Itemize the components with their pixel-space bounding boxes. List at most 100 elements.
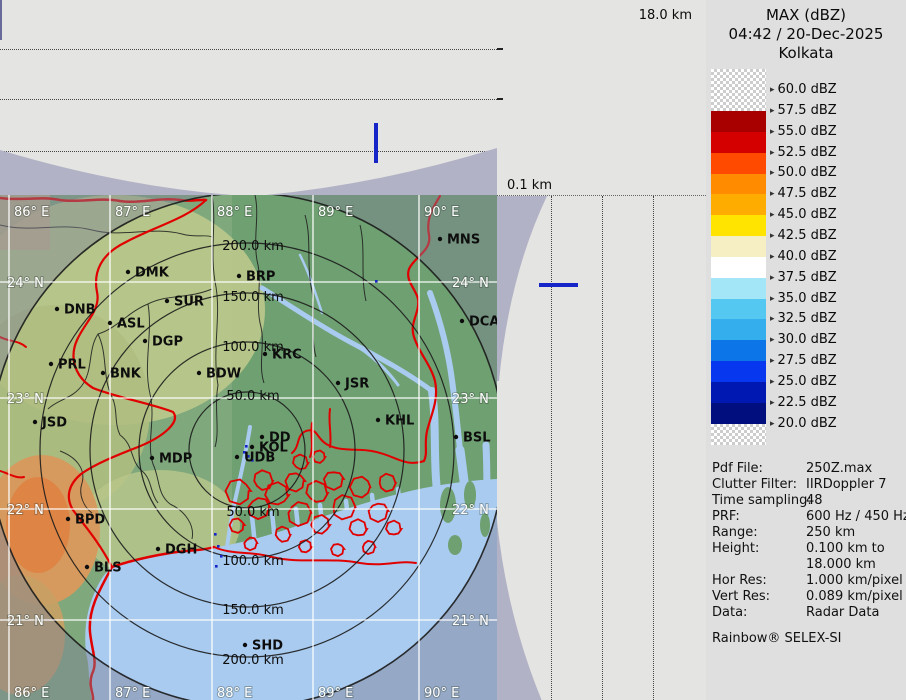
metadata-row: Data:Radar Data (712, 605, 904, 621)
legend-tick-label: ▸50.0 dBZ (770, 165, 837, 181)
axis-tick (497, 48, 503, 50)
legend-band (711, 403, 766, 424)
echo-column-mark (374, 123, 378, 163)
legend-band (711, 278, 766, 299)
metadata-row: Pdf File:250Z.max (712, 461, 904, 477)
svg-text:KRC: KRC (272, 348, 302, 363)
product-name: MAX (dBZ) (706, 6, 906, 25)
svg-text:BLS: BLS (94, 561, 122, 576)
svg-text:22° N: 22° N (452, 503, 489, 518)
legend-tick-label: ▸45.0 dBZ (770, 207, 837, 223)
metadata-label: Range: (712, 525, 806, 541)
svg-text:89° E: 89° E (318, 205, 353, 220)
legend-tick-label: ▸27.5 dBZ (770, 353, 837, 369)
svg-text:JSR: JSR (344, 377, 369, 392)
metadata-value: Radar Data (806, 605, 904, 621)
svg-text:SHD: SHD (252, 639, 283, 654)
legend-band (711, 361, 766, 382)
height-axis-max-label: 18.0 km (639, 8, 692, 23)
svg-text:UDB: UDB (244, 451, 275, 466)
radar-map[interactable]: 86° E86° E87° E87° E88° E88° E89° E89° E… (0, 195, 497, 700)
legend-band (711, 132, 766, 153)
metadata-value: 250 km (806, 525, 904, 541)
svg-text:DGP: DGP (152, 335, 183, 350)
legend-panel: MAX (dBZ) 04:42 / 20-Dec-2025 Kolkata ▸6… (706, 0, 906, 700)
svg-text:23° N: 23° N (7, 392, 44, 407)
metadata-label: Data: (712, 605, 806, 621)
legend-tick-label: ▸30.0 dBZ (770, 332, 837, 348)
legend-band (711, 340, 766, 361)
legend-tick-label: ▸22.5 dBZ (770, 395, 837, 411)
svg-text:SUR: SUR (174, 295, 204, 310)
svg-text:22° N: 22° N (7, 503, 44, 518)
svg-text:JSD: JSD (41, 416, 67, 431)
svg-text:100.0 km: 100.0 km (222, 554, 284, 569)
product-datetime: 04:42 / 20-Dec-2025 (706, 25, 906, 44)
legend-tick-label: ▸25.0 dBZ (770, 374, 837, 390)
svg-text:150.0 km: 150.0 km (222, 603, 284, 618)
right-cross-section-panel (497, 195, 706, 700)
svg-text:DGH: DGH (165, 543, 197, 558)
metadata-label: Height: (712, 541, 806, 573)
echo-row-mark (539, 283, 578, 287)
legend-tick-label: ▸40.0 dBZ (770, 249, 837, 265)
metadata-row: Clutter Filter:IIRDoppler 7 (712, 477, 904, 493)
legend-band (711, 215, 766, 236)
svg-text:DMK: DMK (135, 266, 170, 281)
svg-text:87° E: 87° E (115, 686, 150, 700)
legend-band (711, 194, 766, 215)
metadata-value: 1.000 km/pixel (806, 573, 904, 589)
svg-text:50.0 km: 50.0 km (226, 389, 279, 404)
radar-site-name: Kolkata (706, 44, 906, 63)
legend-tick-label: ▸20.0 dBZ (770, 416, 837, 432)
svg-text:KHL: KHL (385, 414, 414, 429)
legend-tick-label: ▸35.0 dBZ (770, 291, 837, 307)
svg-text:BDW: BDW (206, 367, 241, 382)
legend-band (711, 111, 766, 132)
edge-echo-trace (0, 0, 2, 40)
svg-text:24° N: 24° N (7, 276, 44, 291)
legend-tick-label: ▸60.0 dBZ (770, 82, 837, 98)
metadata-label: Clutter Filter: (712, 477, 806, 493)
metadata-label: Vert Res: (712, 589, 806, 605)
legend-band (711, 424, 766, 445)
software-brand: Rainbow® SELEX-SI (712, 631, 904, 647)
height-axis-corner: 18.0 km 0.1 km (497, 0, 706, 195)
svg-text:50.0 km: 50.0 km (226, 505, 279, 520)
metadata-value: 600 Hz / 450 Hz (806, 509, 906, 525)
svg-text:MNS: MNS (447, 233, 480, 248)
svg-text:MDP: MDP (159, 452, 192, 467)
metadata-label: Pdf File: (712, 461, 806, 477)
metadata-row: Range:250 km (712, 525, 904, 541)
radar-app-window: 18.0 km 0.1 km (0, 0, 906, 700)
svg-text:90° E: 90° E (424, 205, 459, 220)
axis-tick (497, 98, 503, 100)
map-canvas: 86° E86° E87° E87° E88° E88° E89° E89° E… (0, 195, 497, 700)
coverage-limit-arcs (497, 196, 706, 700)
metadata-value: IIRDoppler 7 (806, 477, 904, 493)
svg-text:BRP: BRP (246, 270, 275, 285)
metadata-value: 0.089 km/pixel (806, 589, 904, 605)
legend-band (711, 69, 766, 111)
svg-text:150.0 km: 150.0 km (222, 290, 284, 305)
svg-text:89° E: 89° E (318, 686, 353, 700)
svg-text:200.0 km: 200.0 km (222, 653, 284, 668)
svg-text:86° E: 86° E (14, 205, 49, 220)
svg-text:87° E: 87° E (115, 205, 150, 220)
legend-color-bar (711, 69, 766, 445)
svg-text:90° E: 90° E (424, 686, 459, 700)
legend-tick-label: ▸47.5 dBZ (770, 186, 837, 202)
legend-band (711, 236, 766, 257)
metadata-label: Hor Res: (712, 573, 806, 589)
svg-text:200.0 km: 200.0 km (222, 239, 284, 254)
legend-tick-label: ▸57.5 dBZ (770, 103, 837, 119)
product-header: MAX (dBZ) 04:42 / 20-Dec-2025 Kolkata (706, 0, 906, 63)
metadata-row: Vert Res:0.089 km/pixel (712, 589, 904, 605)
legend-band (711, 174, 766, 195)
svg-text:BPD: BPD (75, 513, 105, 528)
height-axis-min-label: 0.1 km (507, 178, 552, 193)
metadata-row: PRF:600 Hz / 450 Hz (712, 509, 904, 525)
metadata-row: Time sampling:48 (712, 493, 904, 509)
svg-text:BNK: BNK (110, 367, 142, 382)
metadata-label: PRF: (712, 509, 806, 525)
